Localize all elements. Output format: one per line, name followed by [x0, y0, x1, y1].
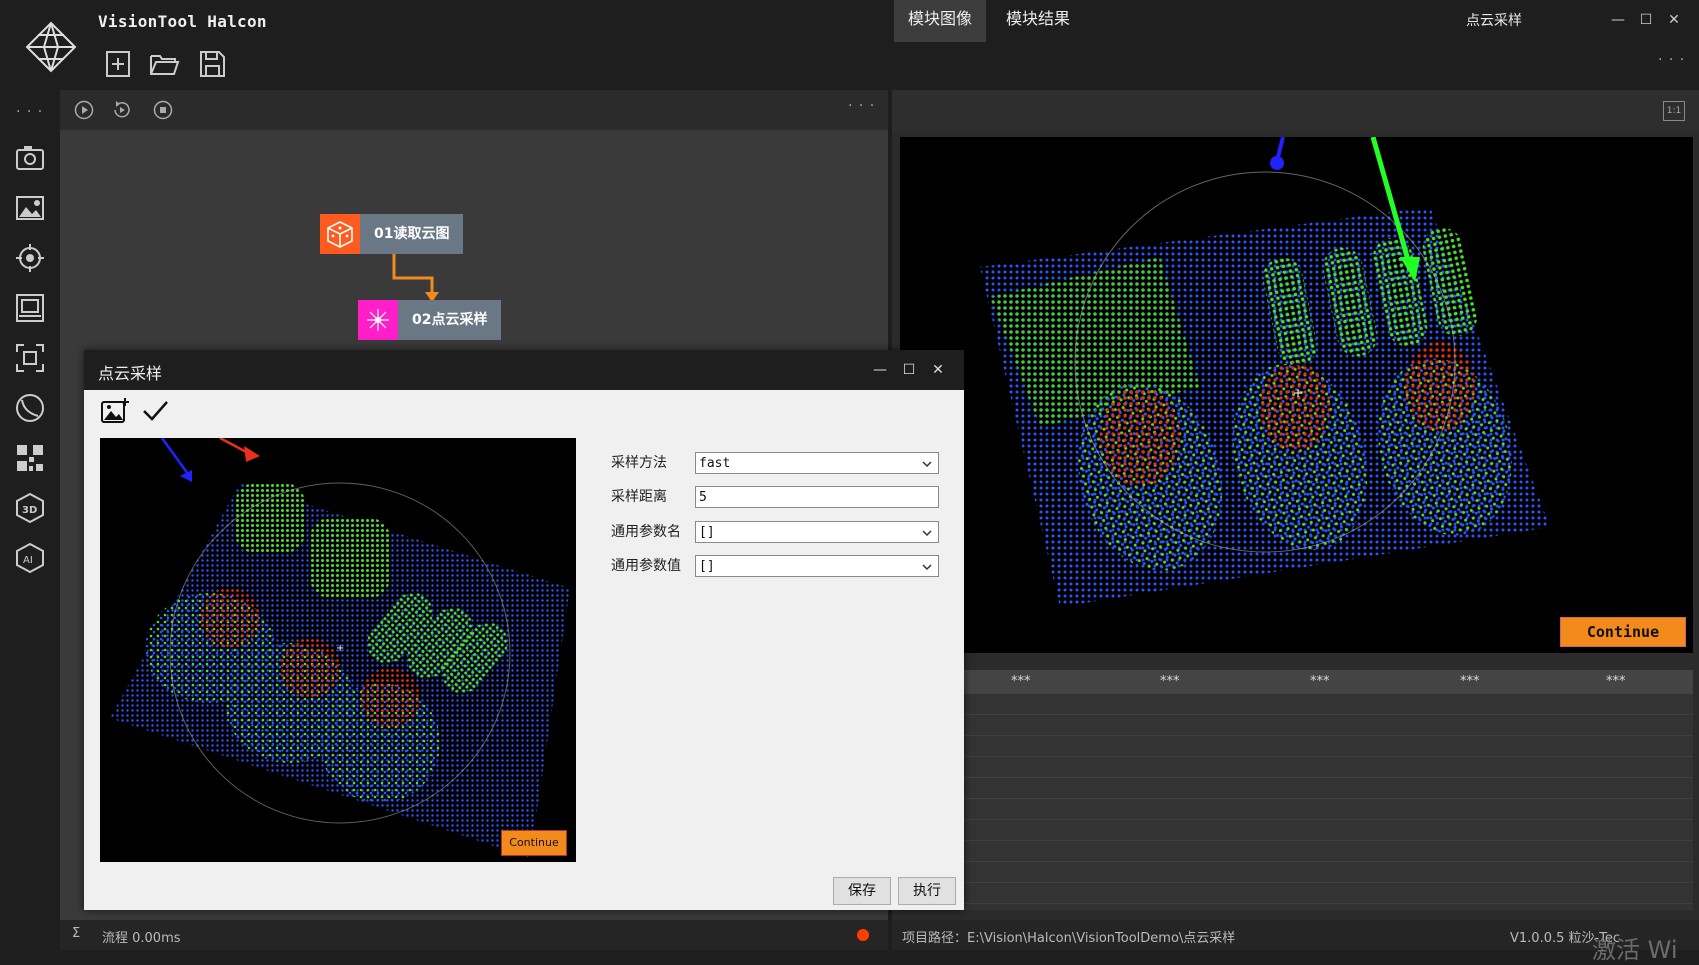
param-label-generic-value: 通用参数值: [611, 558, 681, 574]
window-title: 点云采样: [1466, 13, 1522, 29]
app-logo-icon: [25, 21, 77, 73]
new-file-icon[interactable]: [102, 48, 134, 80]
tab-bar: [892, 90, 1699, 132]
dialog-maximize-button[interactable]: ☐: [898, 360, 920, 380]
flow-toolbar: [60, 90, 888, 130]
table-row-divider: [960, 903, 1693, 904]
results-column-header: ***: [1310, 674, 1330, 689]
chevron-down-icon: [922, 530, 932, 537]
camera-icon[interactable]: [14, 142, 46, 174]
dialog-point-cloud-render: +: [110, 438, 570, 858]
status-bar-left: [60, 920, 888, 950]
target-icon[interactable]: [14, 242, 46, 274]
results-column-header: ***: [1011, 674, 1031, 689]
save-button[interactable]: 保存: [833, 877, 891, 905]
play-icon[interactable]: [74, 100, 94, 120]
point-cloud-render: +: [980, 137, 1550, 607]
svg-text:+: +: [1293, 386, 1303, 400]
results-column-header: ***: [1606, 674, 1626, 689]
flow-connector: [392, 254, 439, 302]
ai-icon[interactable]: AI: [14, 542, 46, 574]
loop-icon[interactable]: [112, 100, 132, 120]
svg-text:AI: AI: [23, 555, 33, 566]
maximize-button[interactable]: ☐: [1634, 8, 1658, 32]
generic-param-value-value: []: [699, 559, 715, 574]
continue-button[interactable]: Continue: [1560, 617, 1686, 647]
dialog-point-cloud-viewer[interactable]: +: [100, 438, 576, 862]
sampling-method-value: fast: [699, 456, 731, 471]
sigma-icon: Σ: [72, 926, 81, 941]
add-image-icon[interactable]: [100, 396, 130, 426]
svg-text:+: +: [336, 643, 344, 654]
sparkle-icon: [358, 300, 398, 340]
table-row-divider: [960, 735, 1693, 736]
table-row-divider: [960, 819, 1693, 820]
dialog-close-button[interactable]: ✕: [927, 360, 949, 380]
ratio-button[interactable]: 1:1: [1663, 101, 1685, 121]
table-row-divider: [960, 798, 1693, 799]
dialog-title: 点云采样: [98, 364, 163, 383]
more-menu-button[interactable]: · · ·: [1658, 52, 1685, 68]
dialog-continue-button[interactable]: Continue: [501, 830, 567, 856]
tab-module-results[interactable]: 模块结果: [992, 0, 1084, 42]
table-row-divider: [960, 714, 1693, 715]
gallery-icon[interactable]: [14, 292, 46, 324]
flow-more-button[interactable]: · · ·: [848, 98, 875, 114]
generic-param-value-select[interactable]: []: [695, 555, 939, 577]
param-label-distance: 采样距离: [611, 489, 667, 505]
results-column-header: ***: [1460, 674, 1480, 689]
project-path: 项目路径：E:\Vision\Halcon\VisionToolDemo\点云采…: [902, 931, 1236, 946]
sidebar-more-button[interactable]: · · ·: [16, 104, 43, 120]
svg-text:3D: 3D: [22, 505, 37, 516]
point-cloud-viewer[interactable]: +: [900, 137, 1693, 653]
dialog-title-bar: [84, 350, 964, 390]
flow-node-read-cloud[interactable]: 01读取云图: [320, 214, 464, 254]
table-row-divider: [960, 882, 1693, 883]
flow-node-sampling[interactable]: 02点云采样: [358, 300, 502, 340]
open-folder-icon[interactable]: [148, 48, 180, 80]
generic-param-name-select[interactable]: []: [695, 521, 939, 543]
run-button[interactable]: 执行: [898, 877, 956, 905]
param-label-method: 采样方法: [611, 455, 667, 471]
focus-icon[interactable]: [14, 342, 46, 374]
status-indicator: [857, 929, 869, 941]
image-settings-icon[interactable]: [14, 192, 46, 224]
table-row-divider: [960, 777, 1693, 778]
param-label-generic-name: 通用参数名: [611, 524, 681, 540]
dice-icon: [320, 214, 360, 254]
sampling-distance-value: 5: [699, 490, 707, 505]
flow-node-label: 02点云采样: [398, 300, 502, 340]
dialog-minimize-button[interactable]: —: [869, 360, 891, 380]
confirm-check-icon[interactable]: [140, 396, 170, 426]
table-row-divider: [960, 840, 1693, 841]
flow-time: 流程 0.00ms: [102, 931, 181, 946]
generic-param-name-value: []: [699, 525, 715, 540]
table-row-divider: [960, 861, 1693, 862]
stop-icon[interactable]: [153, 100, 173, 120]
minimize-button[interactable]: —: [1606, 8, 1630, 32]
flow-node-label: 01读取云图: [360, 214, 464, 254]
sampling-method-select[interactable]: fast: [695, 452, 939, 474]
table-row-divider: [960, 756, 1693, 757]
results-table: [960, 670, 1693, 910]
app-title: VisionTool Halcon: [98, 12, 267, 31]
3d-icon[interactable]: 3D: [14, 492, 46, 524]
chevron-down-icon: [922, 461, 932, 468]
chevron-down-icon: [922, 564, 932, 571]
tab-module-image[interactable]: 模块图像: [894, 0, 987, 42]
sampling-distance-input[interactable]: 5: [695, 486, 939, 508]
save-icon[interactable]: [196, 48, 228, 80]
curve-icon[interactable]: [14, 392, 46, 424]
results-column-header: ***: [1160, 674, 1180, 689]
activation-watermark: 激活 Wi: [1592, 936, 1678, 964]
qr-code-icon[interactable]: [14, 442, 46, 474]
close-button[interactable]: ✕: [1662, 8, 1686, 32]
